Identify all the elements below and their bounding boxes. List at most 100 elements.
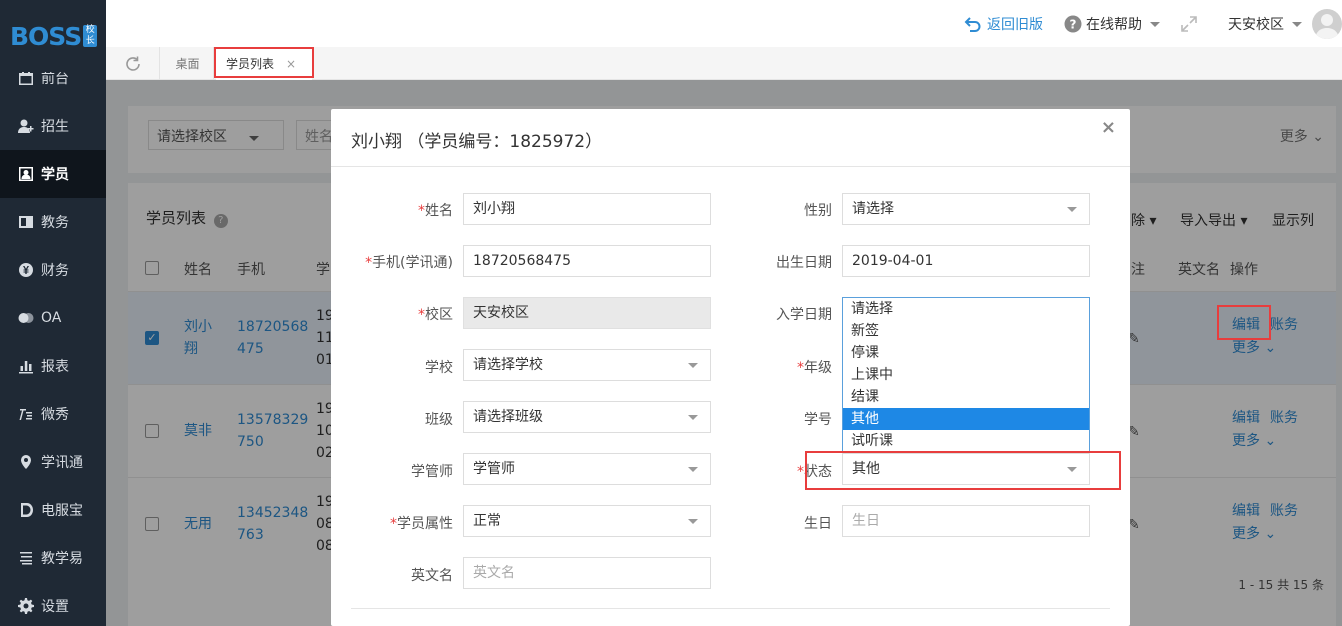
- field-label-birthday: 生日: [804, 516, 832, 532]
- field-label-phone: *手机(学讯通): [365, 255, 453, 271]
- campus-switcher[interactable]: 天安校区: [1228, 12, 1302, 36]
- field-label-class: 班级: [425, 412, 453, 428]
- english-name-input[interactable]: 英文名: [463, 557, 711, 589]
- location-icon: [17, 453, 35, 471]
- field-label-birth-date: 出生日期: [776, 255, 832, 271]
- online-help-menu[interactable]: ? 在线帮助: [1064, 12, 1160, 36]
- logo-text: BOSS: [10, 21, 82, 51]
- field-label-grade: *年级: [797, 360, 832, 376]
- school-select[interactable]: 请选择学校: [463, 349, 711, 381]
- campus-label: 天安校区: [1228, 17, 1284, 33]
- status-option-suspended[interactable]: 停课: [843, 342, 1089, 364]
- sidebar-item-label: OA: [41, 310, 62, 326]
- highlight-box-edit: [1217, 305, 1271, 340]
- status-option-finished[interactable]: 结课: [843, 386, 1089, 408]
- sidebar-item-label: 微秀: [41, 407, 69, 423]
- edit-student-modal: 刘小翔 （学员编号：1825972） × *姓名 刘小翔 *手机(学讯通) 18…: [331, 109, 1130, 626]
- show-icon: [17, 405, 35, 423]
- field-label-enroll-date: 入学日期: [776, 307, 832, 323]
- sidebar-item-finance[interactable]: 财务: [0, 246, 106, 294]
- sidebar-item-label: 财务: [41, 263, 69, 279]
- chevron-down-icon: [688, 363, 698, 368]
- class-select[interactable]: 请选择班级: [463, 401, 711, 433]
- yen-icon: [17, 261, 35, 279]
- field-label-advisor: 学管师: [411, 464, 453, 480]
- sidebar-item-label: 学讯通: [41, 455, 83, 471]
- logo[interactable]: BOSS 校长: [0, 0, 106, 72]
- avatar[interactable]: [1312, 9, 1342, 39]
- sidebar-item-label: 设置: [41, 599, 69, 615]
- gender-select-value: 请选择: [852, 201, 894, 217]
- back-label: 返回旧版: [987, 17, 1043, 33]
- status-option-in-class[interactable]: 上课中: [843, 364, 1089, 386]
- user-add-icon: [17, 117, 35, 135]
- gender-select[interactable]: 请选择: [842, 193, 1090, 225]
- sidebar-item-academic[interactable]: 教务: [0, 198, 106, 246]
- oa-icon: [17, 309, 35, 327]
- refresh-button[interactable]: [106, 47, 160, 80]
- gear-icon: [17, 597, 35, 615]
- svg-text:?: ?: [1070, 18, 1077, 32]
- field-label-school: 学校: [425, 360, 453, 376]
- sidebar-item-label: 教务: [41, 215, 69, 231]
- top-header: 返回旧版 ? 在线帮助 天安校区: [106, 0, 1342, 47]
- chevron-down-icon: [1150, 21, 1160, 27]
- book-icon: [17, 213, 35, 231]
- highlight-box-tab: [214, 47, 314, 78]
- student-attribute-value: 正常: [473, 513, 501, 529]
- sidebar-item-label: 报表: [41, 359, 69, 375]
- field-label-name: *姓名: [418, 203, 453, 219]
- fullscreen-button[interactable]: [1180, 12, 1198, 36]
- undo-icon: [964, 17, 981, 32]
- teach-icon: [17, 549, 35, 567]
- phone-icon: [17, 501, 35, 519]
- sidebar-item-oa[interactable]: OA: [0, 294, 106, 342]
- status-dropdown-list: 请选择 新签 停课 上课中 结课 其他 试听课: [842, 297, 1090, 452]
- sidebar: 前台 招生 学员 教务 财务 OA 报表 微秀 学讯通 电服宝 教学易 设置 B…: [0, 0, 106, 626]
- campus-input: 天安校区: [463, 297, 711, 329]
- chevron-down-icon: [688, 519, 698, 524]
- birthday-input[interactable]: 生日: [842, 505, 1090, 537]
- tab-label: 桌面: [175, 57, 200, 71]
- status-option-other[interactable]: 其他: [843, 408, 1089, 430]
- field-label-english-name: 英文名: [411, 568, 453, 584]
- student-attribute-select[interactable]: 正常: [463, 505, 711, 537]
- expand-icon: [1181, 16, 1197, 32]
- sidebar-item-dianfubao[interactable]: 电服宝: [0, 486, 106, 534]
- phone-input[interactable]: 18720568475: [463, 245, 711, 277]
- tab-desktop[interactable]: 桌面: [162, 47, 214, 80]
- advisor-select[interactable]: 学管师: [463, 453, 711, 485]
- divider: [351, 608, 1110, 609]
- name-input[interactable]: 刘小翔: [463, 193, 711, 225]
- status-option-trial[interactable]: 试听课: [843, 430, 1089, 452]
- refresh-icon: [125, 56, 140, 71]
- sidebar-item-enroll[interactable]: 招生: [0, 102, 106, 150]
- student-icon: [17, 165, 35, 183]
- sidebar-item-students[interactable]: 学员: [0, 150, 106, 198]
- field-label-student-number: 学号: [804, 412, 832, 428]
- chevron-down-icon: [688, 415, 698, 420]
- status-option-please-select[interactable]: 请选择: [843, 298, 1089, 320]
- sidebar-item-weixiu[interactable]: 微秀: [0, 390, 106, 438]
- birth-date-input[interactable]: 2019-04-01: [842, 245, 1090, 277]
- chevron-down-icon: [1067, 207, 1077, 212]
- back-to-old-version-link[interactable]: 返回旧版: [964, 12, 1043, 36]
- sidebar-nav: 前台 招生 学员 教务 财务 OA 报表 微秀 学讯通 电服宝 教学易 设置: [0, 54, 106, 626]
- bar-chart-icon: [17, 357, 35, 375]
- sidebar-item-reports[interactable]: 报表: [0, 342, 106, 390]
- sidebar-item-label: 电服宝: [41, 503, 83, 519]
- field-label-campus: *校区: [418, 307, 453, 323]
- sidebar-item-xuexuntong[interactable]: 学讯通: [0, 438, 106, 486]
- status-option-new[interactable]: 新签: [843, 320, 1089, 342]
- class-select-value: 请选择班级: [473, 409, 543, 425]
- help-label: 在线帮助: [1086, 17, 1142, 33]
- sidebar-item-jiaoxueyi[interactable]: 教学易: [0, 534, 106, 582]
- sidebar-item-label: 教学易: [41, 551, 83, 567]
- close-icon[interactable]: ×: [1101, 117, 1116, 138]
- user-icon: [1315, 14, 1339, 39]
- field-label-gender: 性别: [804, 203, 832, 219]
- divider: [331, 166, 1130, 167]
- sidebar-item-settings[interactable]: 设置: [0, 582, 106, 626]
- chevron-down-icon: [1292, 21, 1302, 27]
- school-select-value: 请选择学校: [473, 357, 543, 373]
